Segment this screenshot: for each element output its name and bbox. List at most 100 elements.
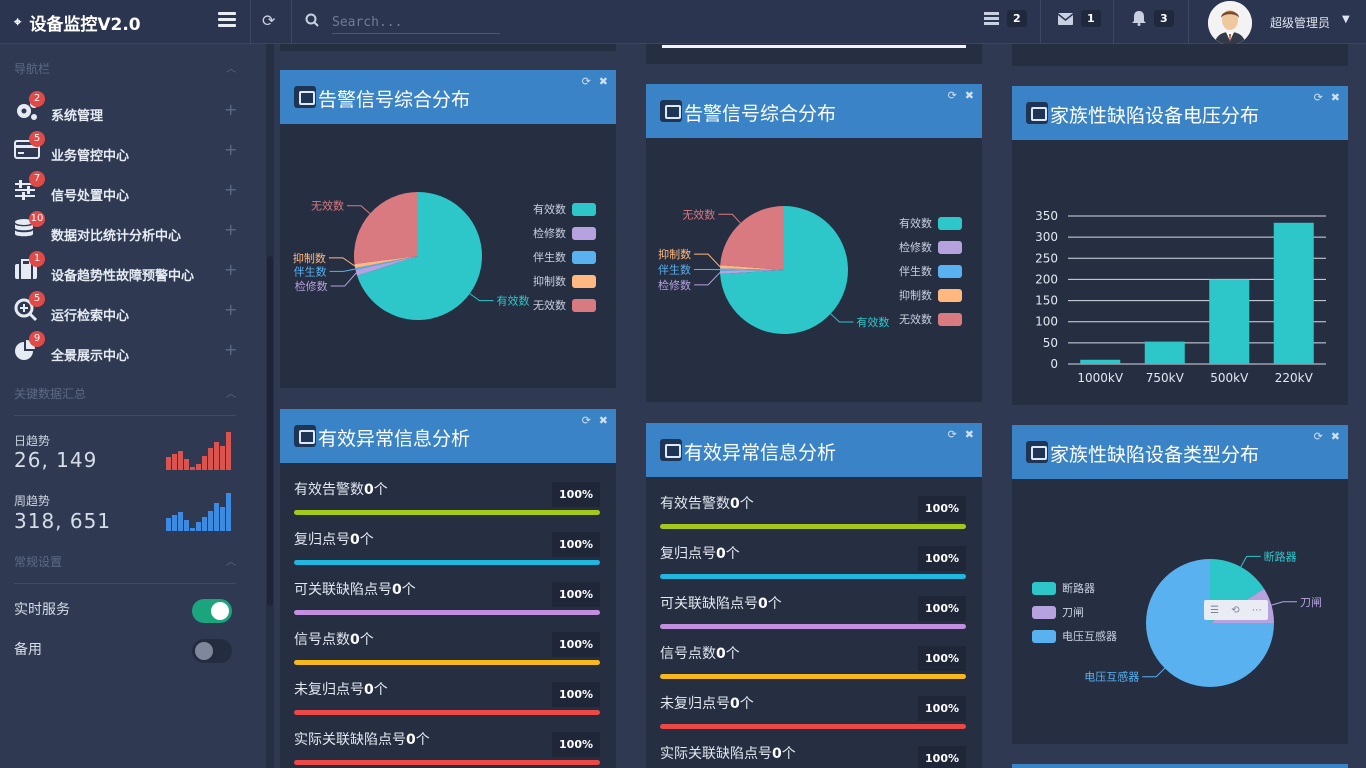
chevron-up-icon[interactable]: ︿ [226,385,236,400]
sidebar-item-data-statistics[interactable]: 10 数据对比统计分析中心 + [0,211,245,254]
refresh-icon[interactable]: ⟳ [582,414,591,427]
close-icon[interactable]: ✖ [599,414,608,427]
messages-menu[interactable]: 1 [1058,10,1101,27]
backup-toggle[interactable] [192,639,232,663]
collapse-icon[interactable] [660,100,682,122]
collapse-icon[interactable] [1026,102,1048,124]
plus-icon[interactable]: + [224,140,237,159]
legend-label[interactable]: 检修数 [533,226,566,240]
legend-label[interactable]: 有效数 [899,216,932,230]
plus-icon[interactable]: + [224,180,237,199]
alarm-distribution-panel-2: 告警信号综合分布 ⟳ ✖ 有效数 检修数 伴生数 抑制数 无效数 有效数 检修数 伴生数 抑制数无… [646,84,982,402]
sidebar-scrollbar[interactable] [266,44,274,768]
page-scrollbar[interactable] [1356,44,1366,768]
refresh-icon[interactable]: ⟳ [582,75,591,88]
realtime-service-toggle[interactable] [192,599,232,623]
bar[interactable] [1144,341,1185,364]
close-icon[interactable]: ✖ [599,75,608,88]
close-icon[interactable]: ✖ [1331,91,1340,104]
sidebar-item-trend-warning[interactable]: 1 设备趋势性故障预警中心 + [0,251,245,294]
refresh-icon[interactable]: ⟳ [948,428,957,441]
alarm-distribution-panel: 告警信号综合分布 ⟳ ✖ 有效数 检修数 伴生数 抑制数 无效数 有效数 检修数 伴生数 抑制数无… [280,70,616,388]
sidebar-item-panorama[interactable]: 9 全景展示中心 + [0,331,245,374]
chart-toolbox[interactable]: ☰ ⟲ ⋯ [1204,600,1268,620]
user-avatar[interactable] [1208,1,1252,45]
legend-swatch[interactable] [938,265,962,278]
legend-swatch[interactable] [572,275,596,288]
legend-label[interactable]: 检修数 [899,240,932,254]
sidebar-item-search-center[interactable]: 5 运行检索中心 + [0,291,245,334]
progress-bar [294,710,600,715]
refresh-icon[interactable]: ⟳ [1314,91,1323,104]
caret-down-icon[interactable]: ▼ [1342,14,1350,25]
panel-title: 告警信号综合分布 [318,89,471,111]
refresh-icon[interactable]: ⟳ [1314,430,1323,443]
legend-swatch[interactable] [572,251,596,264]
tasks-menu[interactable]: 2 [984,10,1027,27]
search-input[interactable] [332,12,500,34]
legend-label[interactable]: 电压互感器 [1062,630,1117,643]
x-tick-label: 1000kV [1077,371,1123,385]
chevron-up-icon[interactable]: ︿ [226,60,236,75]
pie-slice-label: 检修数 [658,278,691,292]
menu-toggle-icon[interactable] [218,12,236,28]
legend-swatch[interactable] [572,299,596,312]
legend-swatch[interactable] [1032,582,1056,595]
pie-slice[interactable] [354,192,418,265]
refresh-icon[interactable]: ⟳ [948,89,957,102]
plus-icon[interactable]: + [224,300,237,319]
panel-header: 家族性缺陷设备电压分布 ⟳ ✖ [1012,86,1348,140]
legend-label[interactable]: 伴生数 [533,250,566,264]
collapse-icon[interactable] [294,425,316,447]
pie-slice[interactable] [720,206,784,270]
legend-swatch[interactable] [938,241,962,254]
plus-icon[interactable]: + [224,100,237,119]
user-name[interactable]: 超级管理员 [1270,14,1330,31]
collapse-icon[interactable] [294,86,316,108]
legend-label[interactable]: 伴生数 [899,264,932,278]
legend-label[interactable]: 无效数 [899,312,932,326]
legend-swatch[interactable] [572,227,596,240]
sidebar-item-business-control[interactable]: 5 业务管控中心 + [0,131,245,174]
legend-label[interactable]: 断路器 [1062,581,1095,595]
pie-slice-label: 刀闸 [1300,596,1322,609]
search-icon[interactable] [305,13,319,27]
more-icon[interactable]: ⋯ [1252,605,1262,616]
collapse-icon[interactable] [1026,441,1048,463]
sidebar-item-system-management[interactable]: 2 系统管理 + [0,91,245,134]
legend-swatch[interactable] [938,313,962,326]
plus-icon[interactable]: + [224,220,237,239]
app-title: 设备监控V2.0 [29,14,141,35]
legend-swatch[interactable] [1032,606,1056,619]
close-icon[interactable]: ✖ [1331,430,1340,443]
restore-icon[interactable]: ⟲ [1231,605,1239,616]
legend-label[interactable]: 抑制数 [533,274,566,288]
legend-label[interactable]: 无效数 [533,298,566,312]
refresh-icon[interactable]: ⟳ [262,11,275,30]
bar[interactable] [1273,222,1314,364]
legend-swatch[interactable] [938,289,962,302]
legend-swatch[interactable] [572,203,596,216]
plus-icon[interactable]: + [224,260,237,279]
collapse-icon[interactable] [660,439,682,461]
close-icon[interactable]: ✖ [965,428,974,441]
row-label: 复归点号0个 [660,546,740,562]
legend-swatch[interactable] [1032,630,1056,643]
row-label: 信号点数0个 [294,632,374,648]
legend-label[interactable]: 有效数 [533,202,566,216]
notifications-menu[interactable]: 3 [1132,10,1174,27]
legend-label[interactable]: 刀闸 [1062,606,1084,619]
chevron-up-icon[interactable]: ︿ [226,553,236,568]
abnormal-row: 信号点数0个 100% [294,629,600,679]
close-icon[interactable]: ✖ [965,89,974,102]
bar[interactable] [1209,279,1250,364]
sidebar-item-signal-handling[interactable]: 7 信号处置中心 + [0,171,245,214]
data-view-icon[interactable]: ☰ [1210,605,1219,616]
plus-icon[interactable]: + [224,340,237,359]
app-brand[interactable]: ⌖ 设备监控V2.0 [0,0,250,44]
bar[interactable] [1080,359,1121,364]
top-bar: ⌖ 设备监控V2.0 ⟳ 2 1 3 [0,0,1366,45]
panel-header: 有效异常信息分析 ⟳ ✖ [646,423,982,477]
legend-swatch[interactable] [938,217,962,230]
legend-label[interactable]: 抑制数 [899,288,932,302]
